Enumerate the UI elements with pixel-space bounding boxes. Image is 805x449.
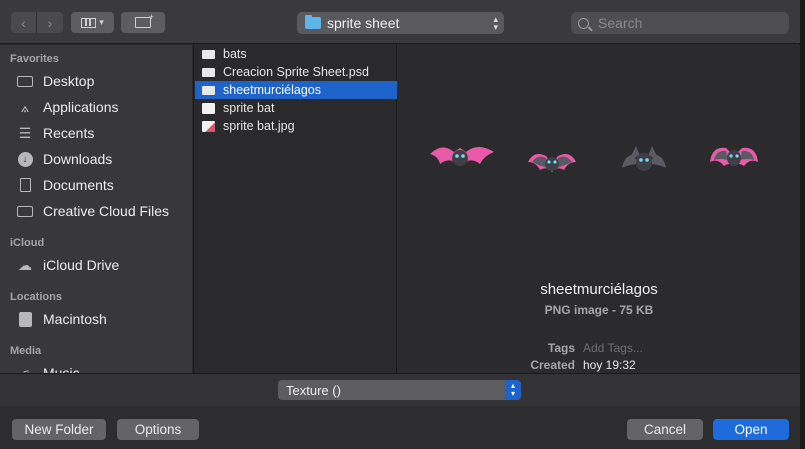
preview-file-name: sheetmurciélagos xyxy=(540,281,658,298)
created-value: hoy 19:32 xyxy=(583,358,636,372)
format-popup[interactable]: Texture () ▴ ▾ xyxy=(278,380,521,400)
file-name: Creacion Sprite Sheet.psd xyxy=(223,65,369,79)
new-folder-button[interactable]: New Folder xyxy=(12,419,106,440)
sprite-sheet-thumbnail xyxy=(430,146,758,172)
file-name: sheetmurciélagos xyxy=(223,83,321,97)
sidebar-item-applications[interactable]: ⟑ Applications xyxy=(15,96,190,118)
file-row-selected[interactable]: sheetmurciélagos xyxy=(195,81,397,99)
background-window-edge xyxy=(800,0,805,449)
folder-icon xyxy=(305,15,321,29)
bat-sprite-3 xyxy=(622,146,666,171)
sidebar-item-label: Downloads xyxy=(43,151,113,167)
sidebar-item-label: Documents xyxy=(43,177,114,193)
sidebar-item-icloud-drive[interactable]: ☁ iCloud Drive xyxy=(15,254,190,276)
recents-icon: ☰ xyxy=(18,124,32,141)
sidebar-header-favorites: Favorites xyxy=(10,53,59,65)
search-field[interactable]: Search xyxy=(571,12,789,34)
cancel-button[interactable]: Cancel xyxy=(627,419,703,440)
document-file-icon xyxy=(202,102,215,114)
preview-pane: sheetmurciélagos PNG image - 75 KB Tags … xyxy=(398,45,800,373)
jpg-file-icon xyxy=(202,120,215,132)
chevron-down-icon: ▾ xyxy=(99,17,104,27)
search-icon xyxy=(578,17,589,29)
sidebar: Favorites Desktop ⟑ Applications ☰ Recen… xyxy=(0,45,192,373)
sidebar-item-label: iCloud Drive xyxy=(43,257,120,273)
folder-icon xyxy=(15,203,35,219)
button-bar: New Folder Options Cancel Open xyxy=(0,406,800,449)
sidebar-header-media: Media xyxy=(10,345,42,357)
file-row[interactable]: bats xyxy=(195,45,397,63)
sidebar-item-recents[interactable]: ☰ Recents xyxy=(15,122,190,144)
image-file-icon xyxy=(202,67,215,77)
sidebar-header-icloud: iCloud xyxy=(10,237,45,249)
file-column: bats Creacion Sprite Sheet.psd sheetmurc… xyxy=(193,45,397,373)
open-file-dialog: ‹ › ▾ + sprite sheet ▴ ▾ Search Favorites xyxy=(0,0,800,449)
file-row[interactable]: sprite bat xyxy=(195,99,397,117)
sidebar-item-creative-cloud[interactable]: Creative Cloud Files xyxy=(15,200,190,222)
new-folder-toolbar-button[interactable]: + xyxy=(121,12,165,33)
tags-label: Tags xyxy=(547,341,575,355)
view-mode-button[interactable]: ▾ xyxy=(71,12,114,33)
tags-field[interactable]: Add Tags... xyxy=(583,341,643,355)
file-name: sprite bat xyxy=(223,101,275,115)
sidebar-item-music[interactable]: ♫ Music xyxy=(15,362,190,373)
file-name: bats xyxy=(223,47,247,61)
format-selected: Texture () xyxy=(286,382,341,398)
cloud-icon: ☁ xyxy=(18,256,32,273)
image-file-icon xyxy=(202,85,215,95)
documents-icon xyxy=(15,177,35,193)
bat-sprite-1 xyxy=(430,147,494,166)
open-button[interactable]: Open xyxy=(713,419,789,440)
column-view-icon xyxy=(81,17,97,28)
new-folder-icon: + xyxy=(135,13,154,28)
downloads-icon: ↓ xyxy=(15,151,35,167)
chevron-left-icon[interactable]: ‹ xyxy=(11,12,37,33)
chevron-right-icon[interactable]: › xyxy=(37,12,63,33)
file-row[interactable]: Creacion Sprite Sheet.psd xyxy=(195,63,397,81)
bat-sprite-2 xyxy=(528,154,576,172)
sidebar-item-label: Creative Cloud Files xyxy=(43,203,170,219)
disk-icon xyxy=(15,311,35,327)
sidebar-item-label: Recents xyxy=(43,125,95,141)
sidebar-item-label: Applications xyxy=(43,99,119,115)
desktop-icon xyxy=(15,73,35,89)
options-button[interactable]: Options xyxy=(117,419,199,440)
chevron-updown-icon: ▴ ▾ xyxy=(493,14,498,32)
file-row[interactable]: sprite bat.jpg xyxy=(195,117,397,135)
sidebar-item-desktop[interactable]: Desktop xyxy=(15,70,190,92)
bat-sprite-4 xyxy=(710,147,758,166)
sidebar-item-label: Music xyxy=(43,365,80,373)
created-label: Created xyxy=(530,358,575,372)
sidebar-item-documents[interactable]: Documents xyxy=(15,174,190,196)
chevron-updown-icon: ▴ ▾ xyxy=(505,380,521,400)
sidebar-header-locations: Locations xyxy=(10,291,62,303)
sidebar-item-label: Desktop xyxy=(43,73,95,89)
preview-file-kind: PNG image - 75 KB xyxy=(544,303,654,317)
sidebar-item-label: Macintosh xyxy=(43,311,107,327)
image-file-icon xyxy=(202,49,215,59)
sidebar-item-downloads[interactable]: ↓ Downloads xyxy=(15,148,190,170)
toolbar: ‹ › ▾ + sprite sheet ▴ ▾ Search xyxy=(0,0,800,44)
search-placeholder: Search xyxy=(598,15,643,31)
applications-icon: ⟑ xyxy=(20,98,30,115)
location-label: sprite sheet xyxy=(327,15,400,31)
music-icon: ♫ xyxy=(19,365,31,373)
file-name: sprite bat.jpg xyxy=(223,119,295,133)
location-popup[interactable]: sprite sheet ▴ ▾ xyxy=(297,12,504,34)
sidebar-item-macintosh[interactable]: Macintosh xyxy=(15,308,190,330)
format-bar: Texture () ▴ ▾ xyxy=(0,373,800,406)
nav-buttons: ‹ › xyxy=(11,12,63,33)
